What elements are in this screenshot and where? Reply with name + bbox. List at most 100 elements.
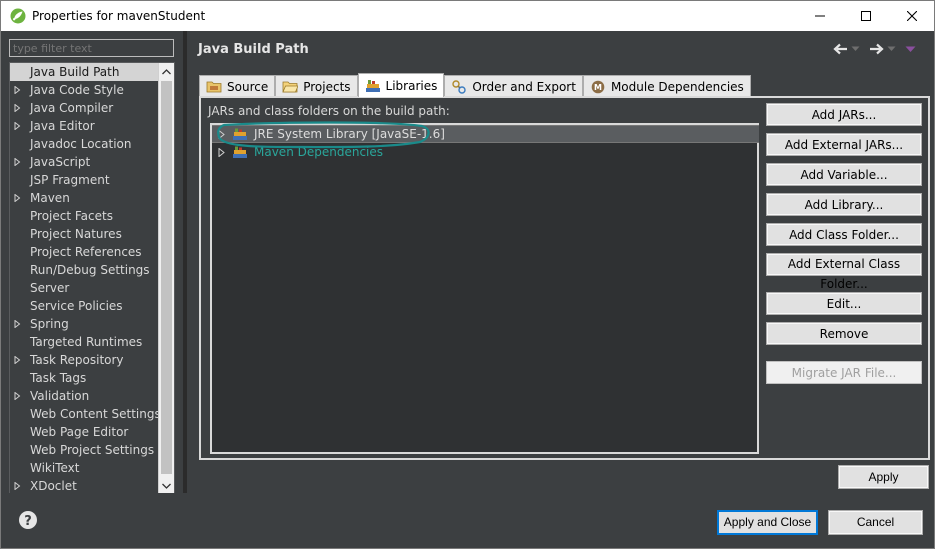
- nav-item[interactable]: Task Tags: [10, 369, 159, 387]
- nav-item[interactable]: Validation: [10, 387, 159, 405]
- scroll-down-button[interactable]: [159, 477, 174, 494]
- expand-arrow-icon[interactable]: [13, 86, 21, 94]
- edit-button[interactable]: Edit...: [766, 292, 922, 315]
- nav-item[interactable]: Task Repository: [10, 351, 159, 369]
- tab-source[interactable]: Source: [199, 75, 276, 97]
- nav-scrollbar[interactable]: [158, 63, 174, 494]
- nav-item-label: Javadoc Location: [30, 137, 132, 151]
- tab-module-dependencies[interactable]: M Module Dependencies: [582, 75, 751, 97]
- add-library-button[interactable]: Add Library...: [766, 193, 922, 216]
- library-icon: [232, 145, 250, 159]
- expand-arrow-icon[interactable]: [13, 104, 21, 112]
- maximize-button[interactable]: [843, 1, 889, 31]
- nav-item[interactable]: Java Code Style: [10, 81, 159, 99]
- nav-item[interactable]: Project Natures: [10, 225, 159, 243]
- nav-item-label: Project Facets: [30, 209, 113, 223]
- remove-button[interactable]: Remove: [766, 322, 922, 345]
- nav-item-label: Java Compiler: [30, 101, 114, 115]
- minimize-button[interactable]: [797, 1, 843, 31]
- nav-item[interactable]: JSP Fragment: [10, 171, 159, 189]
- expand-arrow-icon[interactable]: [13, 158, 21, 166]
- nav-item[interactable]: Service Policies: [10, 297, 159, 315]
- expand-arrow-icon[interactable]: [214, 147, 228, 157]
- tab-libraries[interactable]: Libraries: [357, 73, 445, 97]
- jars-heading: JARs and class folders on the build path…: [208, 104, 450, 118]
- expand-arrow-icon[interactable]: [13, 320, 21, 328]
- library-label: Maven Dependencies: [254, 145, 384, 159]
- library-row-maven[interactable]: Maven Dependencies: [212, 143, 759, 161]
- nav-item[interactable]: Web Content Settings: [10, 405, 161, 423]
- nav-item[interactable]: Javadoc Location: [10, 135, 159, 153]
- tab-order-export[interactable]: Order and Export: [444, 75, 583, 97]
- expand-arrow-icon[interactable]: [13, 122, 21, 130]
- library-tree[interactable]: JRE System Library [JavaSE-1.6] Maven De…: [210, 121, 759, 454]
- apply-button[interactable]: Apply: [838, 465, 929, 489]
- nav-item-label: WikiText: [30, 461, 80, 475]
- forward-menu-button[interactable]: [887, 46, 896, 52]
- nav-item[interactable]: Java Editor: [10, 117, 159, 135]
- tab-label: Libraries: [385, 78, 438, 93]
- tab-label: Projects: [303, 79, 351, 94]
- nav-item[interactable]: Project References: [10, 243, 159, 261]
- nav-item[interactable]: WikiText: [10, 459, 159, 477]
- nav-item-label: Task Repository: [30, 353, 124, 367]
- nav-item[interactable]: Java Compiler: [10, 99, 159, 117]
- nav-item[interactable]: Maven: [10, 189, 159, 207]
- expand-arrow-icon[interactable]: [13, 482, 21, 490]
- nav-item-label: Project Natures: [30, 227, 122, 241]
- nav-item[interactable]: JavaScript: [10, 153, 159, 171]
- add-jars-button[interactable]: Add JARs...: [766, 103, 922, 126]
- add-external-class-folder-button[interactable]: Add External Class Folder...: [766, 253, 922, 291]
- nav-item[interactable]: Run/Debug Settings: [10, 261, 159, 279]
- nav-item-label: Java Build Path: [30, 65, 120, 79]
- library-icon: [232, 127, 250, 141]
- minimize-icon: [815, 15, 825, 17]
- library-row-jre[interactable]: JRE System Library [JavaSE-1.6]: [212, 125, 759, 143]
- nav-item-label: XDoclet: [30, 479, 77, 493]
- dropdown-arrow-icon: [887, 46, 896, 51]
- back-menu-button[interactable]: [851, 46, 860, 52]
- migrate-jar-button[interactable]: Migrate JAR File...: [766, 361, 922, 384]
- expand-arrow-icon[interactable]: [214, 129, 228, 139]
- add-class-folder-button[interactable]: Add Class Folder...: [766, 223, 922, 246]
- nav-item[interactable]: Web Project Settings: [10, 441, 159, 459]
- pane-splitter[interactable]: [183, 31, 187, 493]
- arrow-right-icon: [870, 43, 884, 55]
- back-button[interactable]: [833, 43, 848, 55]
- scroll-thumb[interactable]: [161, 81, 172, 474]
- filter-input[interactable]: [13, 41, 170, 56]
- arrow-left-icon: [833, 43, 847, 55]
- nav-item[interactable]: Web Page Editor: [10, 423, 159, 441]
- libraries-tab-content: JARs and class folders on the build path…: [199, 96, 930, 460]
- expand-arrow-icon[interactable]: [13, 356, 21, 364]
- nav-item[interactable]: Java Build Path: [10, 63, 159, 81]
- filter-field[interactable]: [9, 39, 174, 57]
- apply-and-close-button[interactable]: Apply and Close: [717, 510, 818, 535]
- nav-item-label: JavaScript: [30, 155, 91, 169]
- nav-item[interactable]: Server: [10, 279, 159, 297]
- nav-item[interactable]: Spring: [10, 315, 159, 333]
- expand-arrow-icon[interactable]: [13, 194, 21, 202]
- tab-projects[interactable]: Projects: [275, 75, 358, 97]
- nav-item[interactable]: Project Facets: [10, 207, 159, 225]
- projects-folder-icon: [282, 80, 299, 94]
- dialog-footer: ? Apply and Close Cancel: [1, 493, 934, 548]
- nav-item-label: Java Code Style: [30, 83, 124, 97]
- nav-item-label: Run/Debug Settings: [30, 263, 150, 277]
- tab-label: Source: [227, 79, 269, 94]
- nav-item-label: Project References: [30, 245, 142, 259]
- order-export-icon: [451, 79, 467, 94]
- cancel-button[interactable]: Cancel: [828, 510, 923, 535]
- view-menu-button[interactable]: [905, 45, 916, 53]
- add-variable-button[interactable]: Add Variable...: [766, 163, 922, 186]
- svg-text:?: ?: [24, 514, 32, 529]
- nav-item-label: Web Project Settings: [30, 443, 155, 457]
- scroll-up-button[interactable]: [159, 63, 174, 80]
- help-icon[interactable]: ?: [18, 510, 38, 530]
- add-external-jars-button[interactable]: Add External JARs...: [766, 133, 922, 156]
- forward-button[interactable]: [869, 43, 884, 55]
- nav-item[interactable]: Targeted Runtimes: [10, 333, 159, 351]
- expand-arrow-icon[interactable]: [13, 392, 21, 400]
- close-button[interactable]: [889, 1, 935, 31]
- window-title: Properties for mavenStudent: [32, 9, 206, 23]
